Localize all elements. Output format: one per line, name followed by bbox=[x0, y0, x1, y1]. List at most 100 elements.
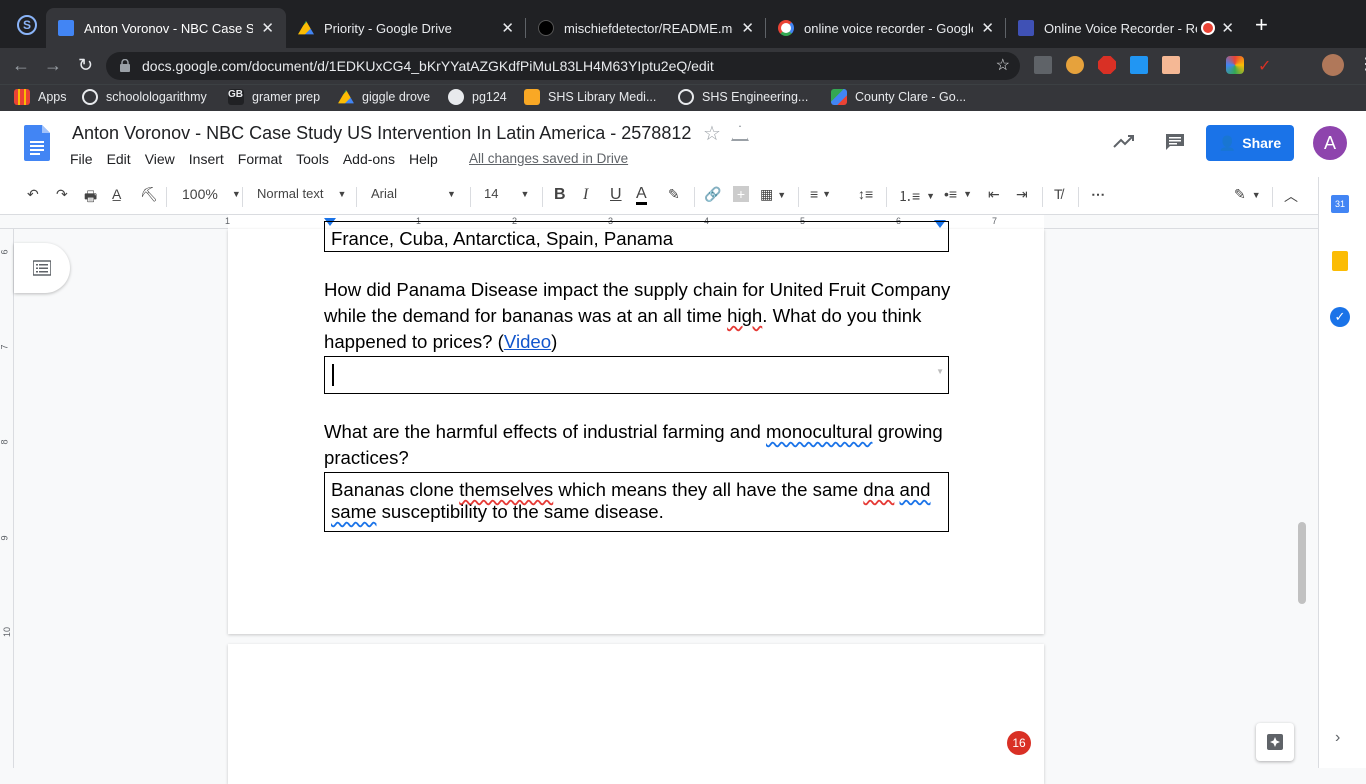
browser-tab[interactable]: Priority - Google Drive ✕ bbox=[286, 8, 526, 48]
browser-tab[interactable]: Anton Voronov - NBC Case Stu ✕ bbox=[46, 8, 286, 48]
menu-view[interactable]: View bbox=[145, 151, 175, 167]
crx-extension-icon[interactable] bbox=[1034, 56, 1052, 74]
decrease-indent-icon[interactable]: ⇤ bbox=[988, 186, 1000, 203]
font-size-select[interactable]: 14 ▼ bbox=[484, 186, 529, 201]
menu-edit[interactable]: Edit bbox=[107, 151, 131, 167]
spellcheck-icon[interactable]: A̲ bbox=[112, 186, 121, 202]
docs-logo-icon[interactable] bbox=[24, 125, 50, 161]
menu-insert[interactable]: Insert bbox=[189, 151, 224, 167]
move-to-drive-icon[interactable] bbox=[731, 125, 749, 141]
new-tab-icon[interactable]: + bbox=[1255, 12, 1268, 38]
spelling-flag[interactable]: dna bbox=[863, 479, 894, 500]
editing-mode-icon[interactable]: ✎ ▼ bbox=[1234, 186, 1261, 203]
spelling-flag[interactable]: themselves bbox=[459, 479, 553, 500]
bookmark-item[interactable]: giggle drove bbox=[338, 89, 430, 105]
zoom-select[interactable]: 100% ▼ bbox=[182, 186, 241, 202]
extension-icon[interactable] bbox=[1226, 56, 1244, 74]
align-icon[interactable]: ≡ ▼ bbox=[810, 186, 831, 202]
collapse-icon[interactable]: ︿ bbox=[1284, 186, 1298, 206]
calendar-icon[interactable]: 31 bbox=[1331, 195, 1349, 213]
underline-icon[interactable]: U bbox=[610, 186, 622, 204]
numbered-list-icon[interactable]: ⒈≡ ▼ bbox=[898, 186, 935, 206]
clear-formatting-icon[interactable]: T̸ bbox=[1054, 186, 1063, 202]
comment-add-icon[interactable]: + bbox=[733, 186, 749, 202]
increase-indent-icon[interactable]: ⇥ bbox=[1016, 186, 1028, 203]
forward-icon[interactable]: → bbox=[44, 55, 62, 76]
more-icon[interactable]: ⋯ bbox=[1091, 186, 1105, 203]
text-color-icon[interactable]: A bbox=[636, 186, 647, 205]
style-select[interactable]: Normal text ▼ bbox=[257, 186, 346, 201]
back-icon[interactable]: ← bbox=[12, 55, 30, 76]
question-text[interactable]: What are the harmful effects of industri… bbox=[324, 419, 954, 471]
notification-badge[interactable]: 16 bbox=[1007, 731, 1031, 755]
document-outline-button[interactable] bbox=[14, 243, 70, 293]
bookmark-item[interactable]: pg124 bbox=[448, 89, 507, 105]
paint-format-icon[interactable]: ⛏ bbox=[140, 186, 158, 203]
bold-icon[interactable]: B bbox=[554, 186, 566, 204]
extension-icon[interactable] bbox=[1194, 56, 1212, 74]
explore-button[interactable] bbox=[1256, 723, 1294, 761]
spelling-flag[interactable]: high bbox=[727, 305, 762, 326]
browser-tab[interactable]: mischiefdetector/README.md ✕ bbox=[526, 8, 766, 48]
owl-extension-icon[interactable] bbox=[1066, 56, 1084, 74]
menu-icon[interactable] bbox=[1290, 56, 1308, 74]
grammar-flag[interactable]: monocultural bbox=[766, 421, 872, 442]
bookmark-item[interactable]: GB gramer prep bbox=[228, 89, 320, 105]
close-icon[interactable]: ✕ bbox=[1221, 19, 1234, 37]
font-select[interactable]: Arial ▼ bbox=[371, 186, 456, 201]
tasks-icon[interactable]: ✓ bbox=[1330, 307, 1350, 327]
document-page[interactable]: France, Cuba, Antarctica, Spain, Panama … bbox=[228, 221, 1044, 634]
bookmark-item[interactable]: SHS Engineering... bbox=[678, 89, 808, 105]
user-avatar[interactable] bbox=[1322, 54, 1344, 76]
comment-icon[interactable] bbox=[1164, 132, 1186, 152]
menu-help[interactable]: Help bbox=[409, 151, 438, 167]
grammar-flag[interactable]: same bbox=[331, 501, 376, 522]
more-vert-icon[interactable]: ⋮ bbox=[1358, 54, 1366, 76]
menu-format[interactable]: Format bbox=[238, 151, 282, 167]
account-avatar[interactable]: A bbox=[1313, 126, 1347, 160]
extension-icon[interactable]: ✓ bbox=[1258, 56, 1276, 75]
image-icon[interactable]: ▦ ▼ bbox=[760, 186, 786, 203]
italic-icon[interactable]: I bbox=[583, 186, 588, 204]
extension-icon[interactable] bbox=[1130, 56, 1148, 74]
share-button[interactable]: 👤 Share bbox=[1206, 125, 1294, 161]
expand-panel-icon[interactable]: › bbox=[1335, 729, 1340, 747]
doc-title[interactable]: Anton Voronov - NBC Case Study US Interv… bbox=[72, 123, 691, 144]
bookmark-item[interactable]: SHS Library Medi... bbox=[524, 89, 656, 105]
bulleted-list-icon[interactable]: •≡ ▼ bbox=[944, 186, 972, 202]
browser-tab[interactable]: Online Voice Recorder - Re ✕ bbox=[1006, 8, 1246, 48]
dropdown-corner-icon[interactable]: ▼ bbox=[936, 361, 944, 383]
answer-box[interactable]: Bananas clone themselves which means the… bbox=[324, 472, 949, 532]
vertical-ruler[interactable]: 6 7 8 9 10 bbox=[0, 229, 14, 768]
answer-box[interactable]: France, Cuba, Antarctica, Spain, Panama bbox=[324, 221, 949, 252]
bookmark-apps[interactable]: Apps bbox=[14, 89, 67, 105]
bookmark-item[interactable]: schoolologarithmy bbox=[82, 89, 207, 105]
close-icon[interactable]: ✕ bbox=[741, 19, 754, 37]
line-spacing-icon[interactable]: ↕≡ bbox=[858, 186, 873, 202]
link-icon[interactable]: 🔗 bbox=[704, 186, 721, 203]
adblock-extension-icon[interactable] bbox=[1098, 56, 1116, 74]
redo-icon[interactable]: ↷ bbox=[56, 186, 68, 203]
url-bar[interactable]: docs.google.com/document/d/1EDKUxCG4_bKr… bbox=[106, 52, 1020, 80]
keep-icon[interactable] bbox=[1332, 251, 1348, 271]
reload-icon[interactable]: ↻ bbox=[78, 55, 93, 76]
browser-tab[interactable]: online voice recorder - Google ✕ bbox=[766, 8, 1006, 48]
bookmark-star-icon[interactable]: ☆ bbox=[996, 55, 1010, 75]
highlight-icon[interactable]: ✎ bbox=[668, 186, 680, 203]
activity-trend-icon[interactable] bbox=[1113, 133, 1135, 149]
answer-box[interactable]: ▼ bbox=[324, 356, 949, 394]
star-icon[interactable]: ☆ bbox=[703, 121, 721, 146]
bookmark-item[interactable]: County Clare - Go... bbox=[831, 89, 966, 105]
close-icon[interactable]: ✕ bbox=[501, 19, 514, 37]
save-status[interactable]: All changes saved in Drive bbox=[469, 151, 628, 166]
question-text[interactable]: How did Panama Disease impact the supply… bbox=[324, 277, 954, 355]
video-link[interactable]: Video bbox=[504, 331, 551, 352]
print-icon[interactable]: 🖶 bbox=[84, 186, 97, 210]
document-page[interactable] bbox=[228, 644, 1044, 784]
scrollbar-thumb[interactable] bbox=[1298, 522, 1306, 604]
close-icon[interactable]: ✕ bbox=[261, 19, 274, 37]
menu-tools[interactable]: Tools bbox=[296, 151, 329, 167]
grammar-flag[interactable]: and bbox=[900, 479, 931, 500]
profile-icon[interactable]: S bbox=[17, 15, 37, 35]
menu-file[interactable]: File bbox=[70, 151, 93, 167]
